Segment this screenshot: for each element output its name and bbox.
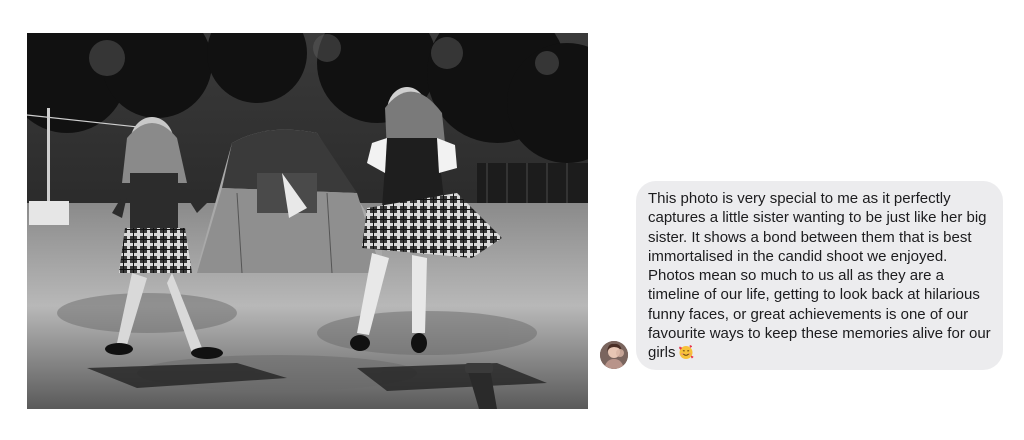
chat-screenshot: This photo is very special to me as it p… bbox=[0, 0, 1024, 440]
smiling-face-with-hearts-icon bbox=[678, 345, 693, 360]
message-bubble[interactable]: This photo is very special to me as it p… bbox=[636, 181, 1003, 370]
sender-avatar[interactable] bbox=[600, 341, 628, 369]
message-text-block: This photo is very special to me as it p… bbox=[648, 189, 993, 363]
message-text: This photo is very special to me as it p… bbox=[648, 190, 991, 362]
user-avatar-icon bbox=[600, 341, 628, 369]
shared-photo[interactable] bbox=[27, 33, 588, 409]
